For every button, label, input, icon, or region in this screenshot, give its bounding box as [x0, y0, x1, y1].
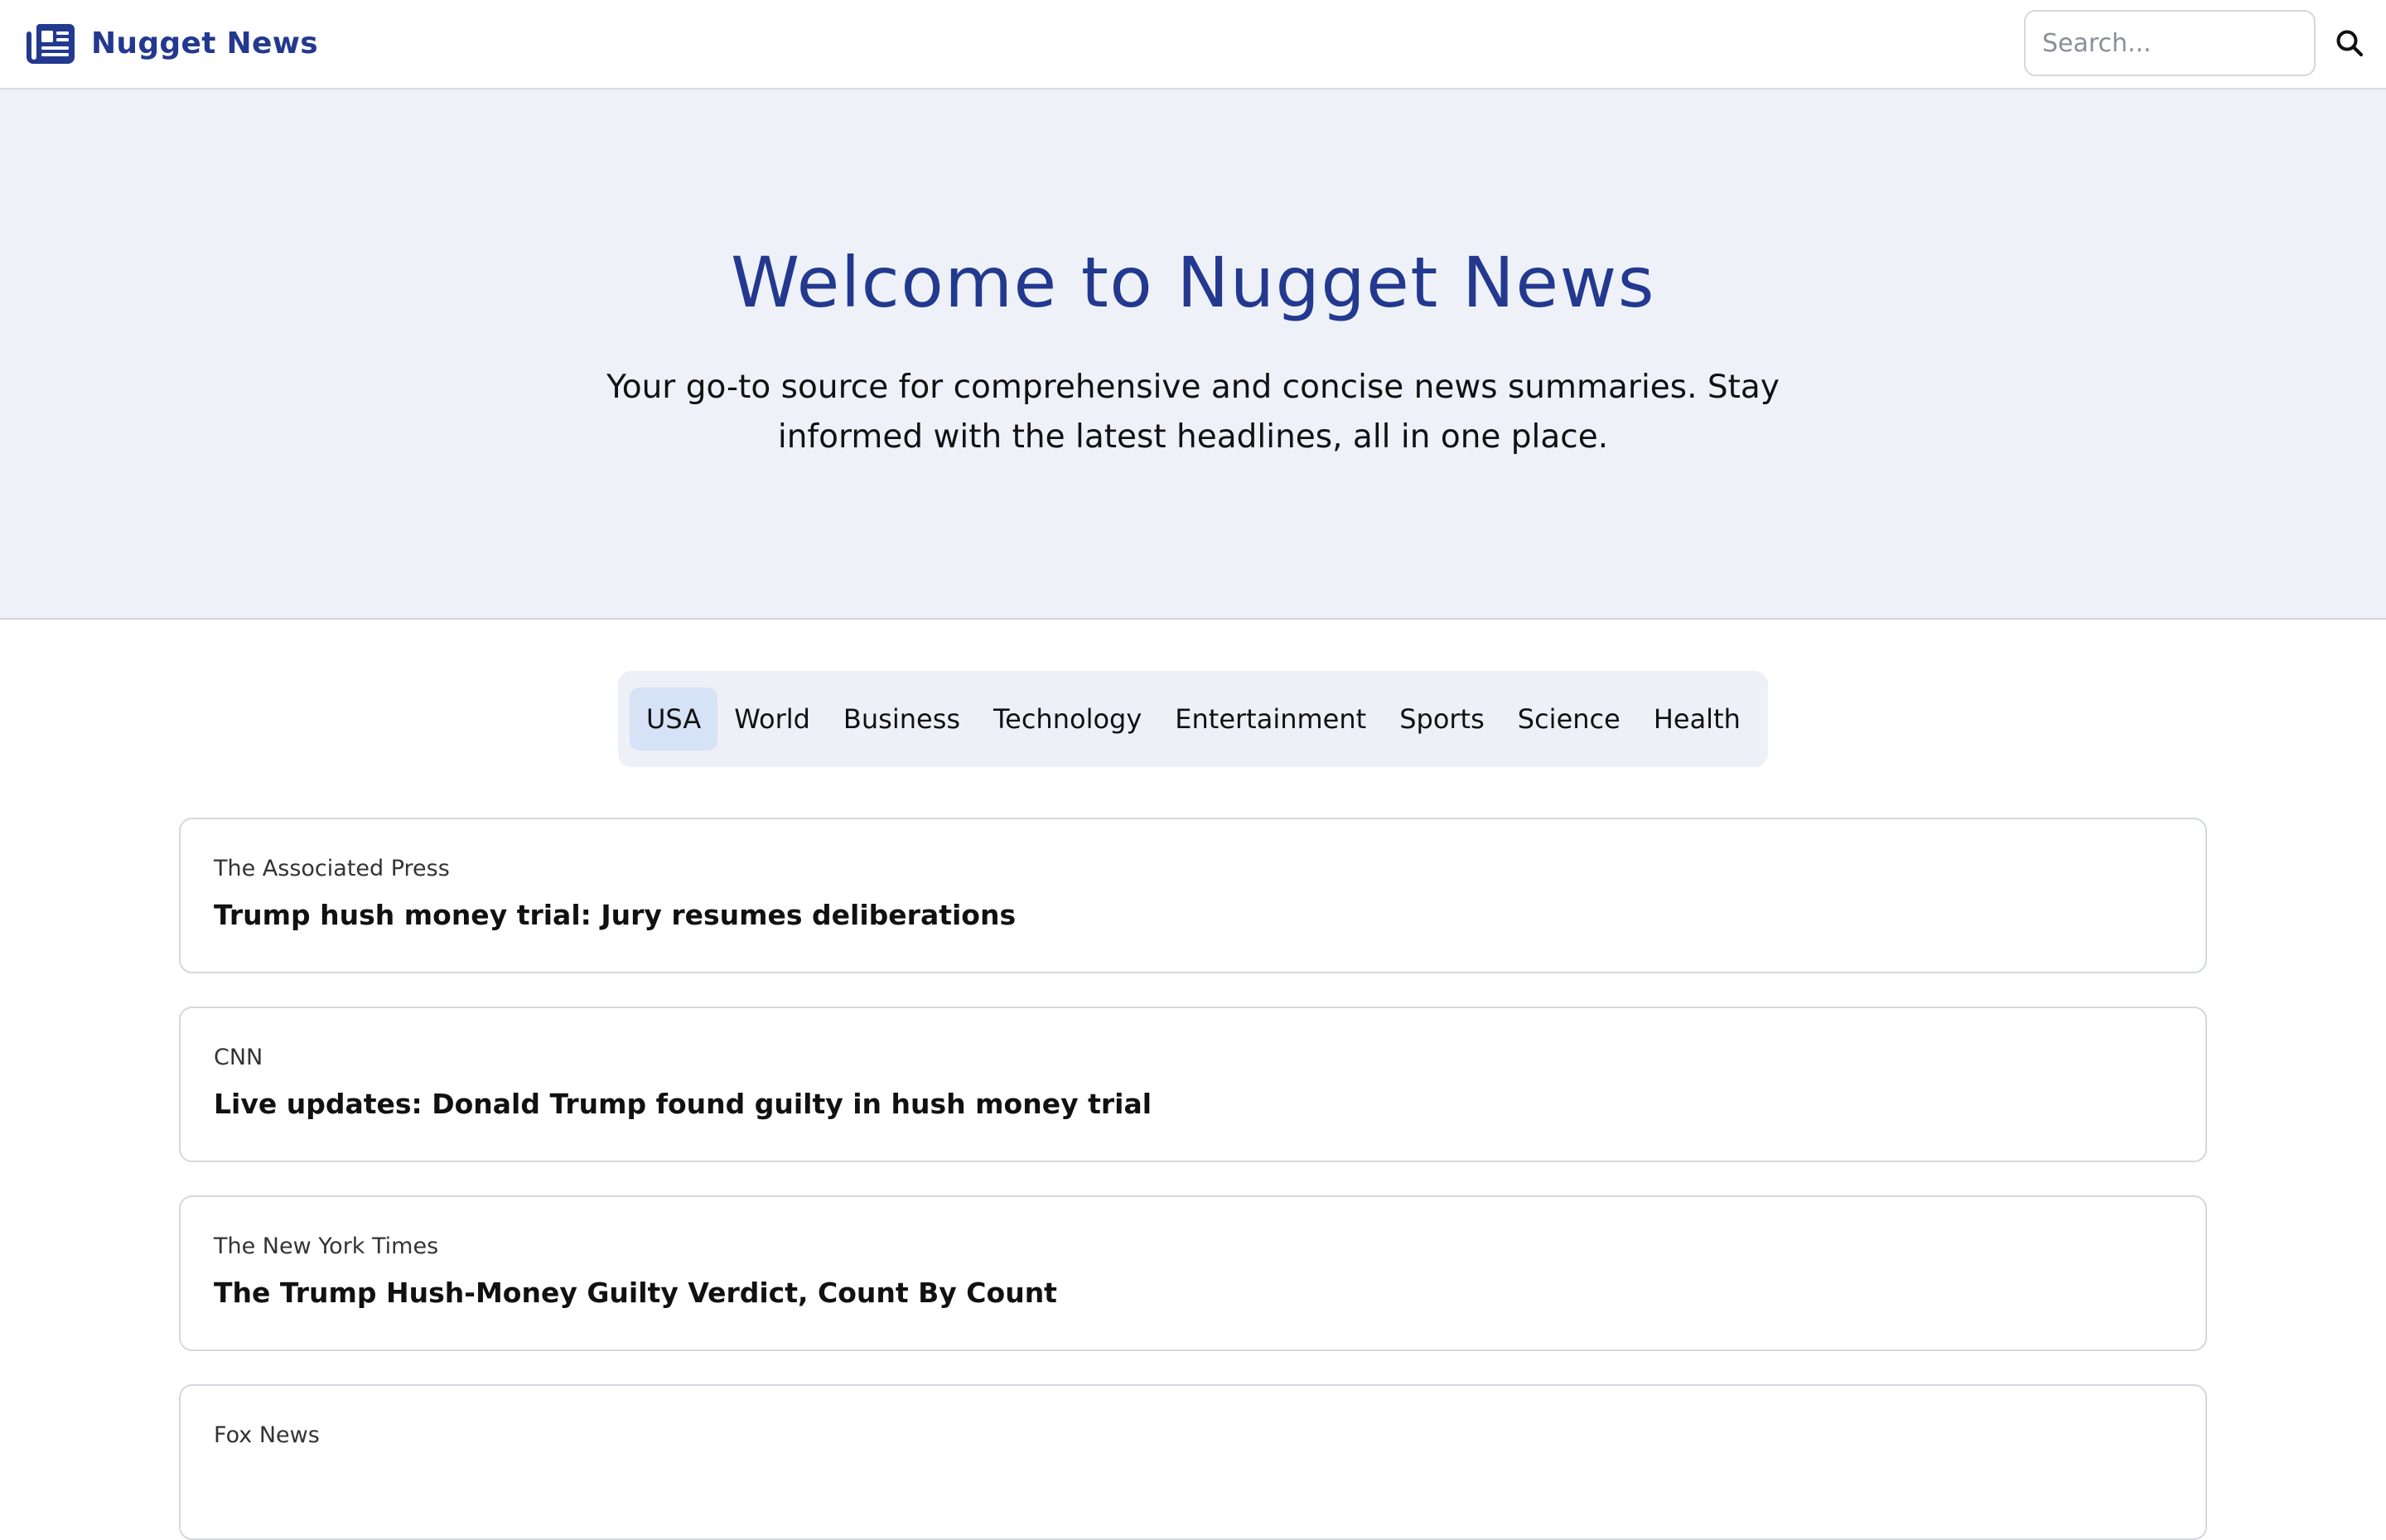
brand-name: Nugget News — [91, 26, 318, 60]
tab-business[interactable]: Business — [827, 688, 977, 751]
article-title[interactable]: The Trump Hush-Money Guilty Verdict, Cou… — [214, 1277, 1057, 1309]
hero-banner: Welcome to Nugget News Your go-to source… — [0, 89, 2386, 620]
article-card[interactable]: Fox News — [179, 1384, 2207, 1540]
category-tabs: USA World Business Technology Entertainm… — [618, 671, 1768, 767]
tab-world[interactable]: World — [717, 688, 827, 751]
search-button[interactable] — [2328, 22, 2371, 65]
article-title[interactable]: Live updates: Donald Trump found guilty … — [214, 1088, 1152, 1120]
article-card[interactable]: The New York Times The Trump Hush-Money … — [179, 1195, 2207, 1351]
article-title[interactable]: Trump hush money trial: Jury resumes del… — [214, 899, 1016, 931]
article-source: The Associated Press — [214, 856, 450, 881]
article-source: CNN — [214, 1045, 263, 1070]
top-navbar: Nugget News — [0, 0, 2386, 89]
tab-technology[interactable]: Technology — [977, 688, 1158, 751]
newspaper-icon — [27, 24, 75, 64]
article-card[interactable]: The Associated Press Trump hush money tr… — [179, 818, 2207, 973]
search-icon — [2336, 30, 2364, 57]
tab-sports[interactable]: Sports — [1383, 688, 1501, 751]
hero-title: Welcome to Nugget News — [731, 242, 1655, 323]
tab-entertainment[interactable]: Entertainment — [1158, 688, 1383, 751]
tab-usa[interactable]: USA — [630, 688, 718, 751]
brand-link[interactable]: Nugget News — [25, 18, 318, 68]
article-source: The New York Times — [214, 1233, 439, 1259]
tab-health[interactable]: Health — [1637, 688, 1757, 751]
search-input[interactable] — [2024, 10, 2316, 76]
article-card[interactable]: CNN Live updates: Donald Trump found gui… — [179, 1007, 2207, 1162]
tab-science[interactable]: Science — [1501, 688, 1637, 751]
hero-subtitle: Your go-to source for comprehensive and … — [606, 369, 1780, 456]
article-source: Fox News — [214, 1422, 320, 1448]
